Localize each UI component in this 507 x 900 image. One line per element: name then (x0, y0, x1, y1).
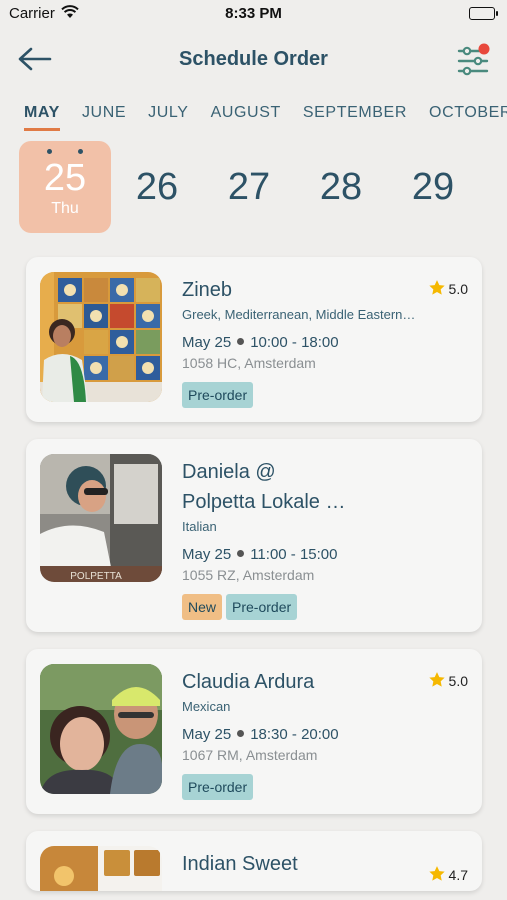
chef-cuisine: Italian (182, 519, 217, 534)
chef-photo: POLPETTA (40, 454, 162, 582)
chef-card[interactable]: Zineb Greek, Mediterranean, Middle Easte… (26, 257, 482, 422)
date-item[interactable]: 29 (387, 141, 479, 233)
rating-value: 5.0 (448, 673, 468, 689)
star-icon (428, 866, 445, 881)
preorder-badge: Pre-order (182, 774, 254, 800)
badge-list: Pre-order (182, 382, 468, 408)
chef-cuisine: Greek, Mediterranean, Middle Eastern… (182, 307, 416, 322)
chef-name: Zineb (182, 279, 233, 301)
badge-list: Pre-order (182, 774, 468, 800)
new-badge: New (182, 594, 223, 620)
date-strip: 25 Thu 262728293 (19, 141, 507, 237)
rating-value: 5.0 (448, 281, 468, 297)
schedule-date: May 25 (182, 334, 232, 351)
schedule-date: May 25 (182, 726, 232, 743)
chef-photo (40, 664, 162, 794)
chef-card[interactable]: POLPETTA Daniela @ Polpetta Lokale … Ita… (26, 439, 482, 632)
chef-info: Zineb Greek, Mediterranean, Middle Easte… (182, 275, 468, 408)
chef-name: Claudia Ardura (182, 671, 315, 693)
status-time: 8:33 PM (225, 5, 282, 22)
star-icon (428, 672, 445, 687)
battery-icon (469, 7, 498, 20)
chef-info: Indian Sweet (182, 849, 468, 879)
tab-august[interactable]: AUGUST (211, 104, 281, 128)
rating: 5.0 (428, 279, 468, 297)
chef-info: Claudia Ardura Mexican May 25 18:30 - 20:… (182, 667, 468, 800)
month-tabs: MAY JUNE JULY AUGUST SEPTEMBER OCTOBER N (24, 104, 507, 136)
date-item[interactable]: 3 (479, 141, 507, 233)
filter-button[interactable] (453, 40, 493, 80)
chef-address: 1067 RM, Amsterdam (182, 747, 318, 763)
chef-schedule: May 25 11:00 - 15:00 (182, 546, 468, 563)
rating: 5.0 (428, 671, 468, 689)
rating-value: 4.7 (448, 867, 468, 883)
date-selected[interactable]: 25 Thu (19, 141, 111, 233)
dot-separator (237, 550, 245, 557)
chef-cuisine: Mexican (182, 699, 231, 714)
chef-list: Zineb Greek, Mediterranean, Middle Easte… (26, 257, 482, 900)
schedule-date: May 25 (182, 546, 232, 563)
chef-address: 1055 RZ, Amsterdam (182, 567, 315, 583)
dot-separator (237, 730, 245, 737)
chef-name-line-1: Daniela @ (182, 461, 276, 483)
page-title: Schedule Order (179, 48, 328, 70)
status-bar: Carrier 8:33 PM (0, 0, 507, 30)
chef-photo (40, 272, 162, 402)
schedule-hours: 18:30 - 20:00 (250, 726, 339, 743)
tab-june[interactable]: JUNE (82, 104, 126, 128)
schedule-hours: 10:00 - 18:00 (250, 334, 339, 351)
chef-name-line-2: Polpetta Lokale … (182, 491, 346, 513)
preorder-badge: Pre-order (182, 382, 254, 408)
star-icon (428, 280, 445, 295)
availability-dots (19, 149, 111, 155)
date-item[interactable]: 28 (295, 141, 387, 233)
date-weekday: Thu (51, 200, 79, 217)
dot-separator (237, 338, 245, 345)
schedule-hours: 11:00 - 15:00 (250, 546, 338, 563)
header: Schedule Order (0, 38, 507, 82)
chef-schedule: May 25 10:00 - 18:00 (182, 334, 468, 351)
chef-schedule: May 25 18:30 - 20:00 (182, 726, 468, 743)
date-item[interactable]: 27 (203, 141, 295, 233)
tab-july[interactable]: JULY (148, 104, 188, 128)
tab-may[interactable]: MAY (24, 104, 60, 131)
sliders-icon (457, 43, 490, 76)
date-item[interactable]: 26 (111, 141, 203, 233)
rating: 4.7 (428, 865, 468, 883)
chef-info: Daniela @ Polpetta Lokale … Italian May … (182, 457, 468, 620)
tab-october[interactable]: OCTOBER (429, 104, 507, 128)
chef-card[interactable]: Claudia Ardura Mexican May 25 18:30 - 20:… (26, 649, 482, 814)
badge-list: New Pre-order (182, 594, 468, 620)
chef-name: Indian Sweet (182, 853, 298, 875)
preorder-badge: Pre-order (226, 594, 298, 620)
tab-september[interactable]: SEPTEMBER (303, 104, 407, 128)
chef-photo (40, 846, 162, 891)
sign-text: POLPETTA (70, 571, 122, 582)
chef-address: 1058 HC, Amsterdam (182, 355, 316, 371)
chef-card[interactable]: Indian Sweet 4.7 (26, 831, 482, 891)
